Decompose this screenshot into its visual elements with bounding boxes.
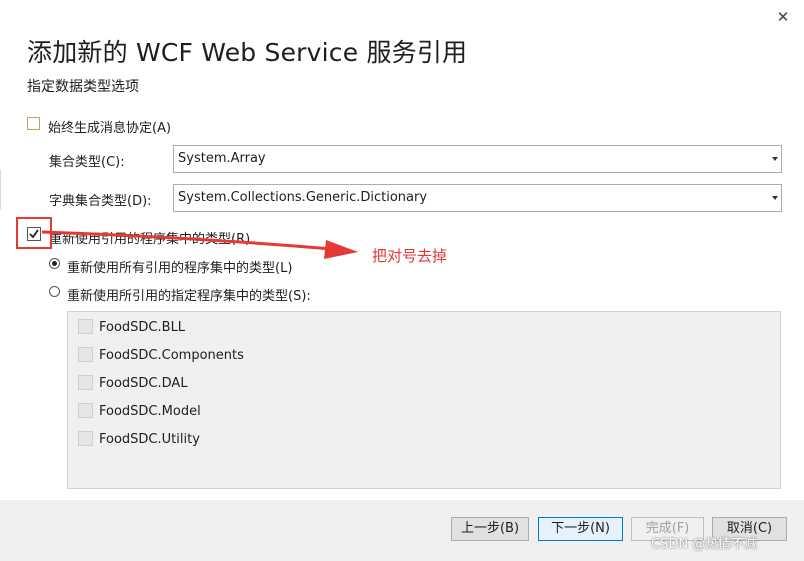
always-generate-checkbox[interactable]: [27, 117, 40, 130]
assembly-label: FoodSDC.BLL: [99, 320, 186, 335]
dictionary-type-value: System.Collections.Generic.Dictionary: [178, 190, 428, 205]
window-edge: [0, 170, 1, 210]
collection-type-select[interactable]: System.Array: [173, 145, 782, 173]
assembly-label: FoodSDC.Model: [99, 404, 201, 419]
watermark: CSDN @热情不减: [651, 537, 758, 552]
dialog-subtitle: 指定数据类型选项: [27, 79, 139, 95]
chevron-down-icon: [772, 157, 778, 161]
assembly-checkbox[interactable]: [78, 403, 93, 418]
chevron-down-icon: [772, 196, 778, 200]
dialog-title: 添加新的 WCF Web Service 服务引用: [27, 38, 468, 67]
reuse-specified-label: 重新使用所引用的指定程序集中的类型(S):: [67, 289, 311, 304]
annotation-text: 把对号去掉: [372, 247, 448, 265]
assembly-label: FoodSDC.Components: [99, 348, 244, 363]
prev-button[interactable]: 上一步(B): [451, 517, 529, 541]
next-button[interactable]: 下一步(N): [538, 517, 623, 541]
assemblies-list: [67, 311, 781, 489]
dictionary-type-select[interactable]: System.Collections.Generic.Dictionary: [173, 184, 782, 212]
always-generate-label: 始终生成消息协定(A): [48, 121, 172, 136]
assembly-label: FoodSDC.Utility: [99, 432, 200, 447]
assembly-checkbox[interactable]: [78, 319, 93, 334]
reuse-specified-radio[interactable]: [49, 286, 60, 297]
assembly-checkbox[interactable]: [78, 375, 93, 390]
assembly-label: FoodSDC.DAL: [99, 376, 188, 391]
annotation-arrow-icon: [41, 230, 358, 259]
collection-type-value: System.Array: [178, 151, 266, 166]
close-button[interactable]: ✕: [772, 6, 794, 28]
collection-type-label: 集合类型(C):: [49, 155, 125, 170]
assembly-checkbox[interactable]: [78, 347, 93, 362]
assembly-checkbox[interactable]: [78, 431, 93, 446]
dictionary-type-label: 字典集合类型(D):: [49, 194, 152, 209]
